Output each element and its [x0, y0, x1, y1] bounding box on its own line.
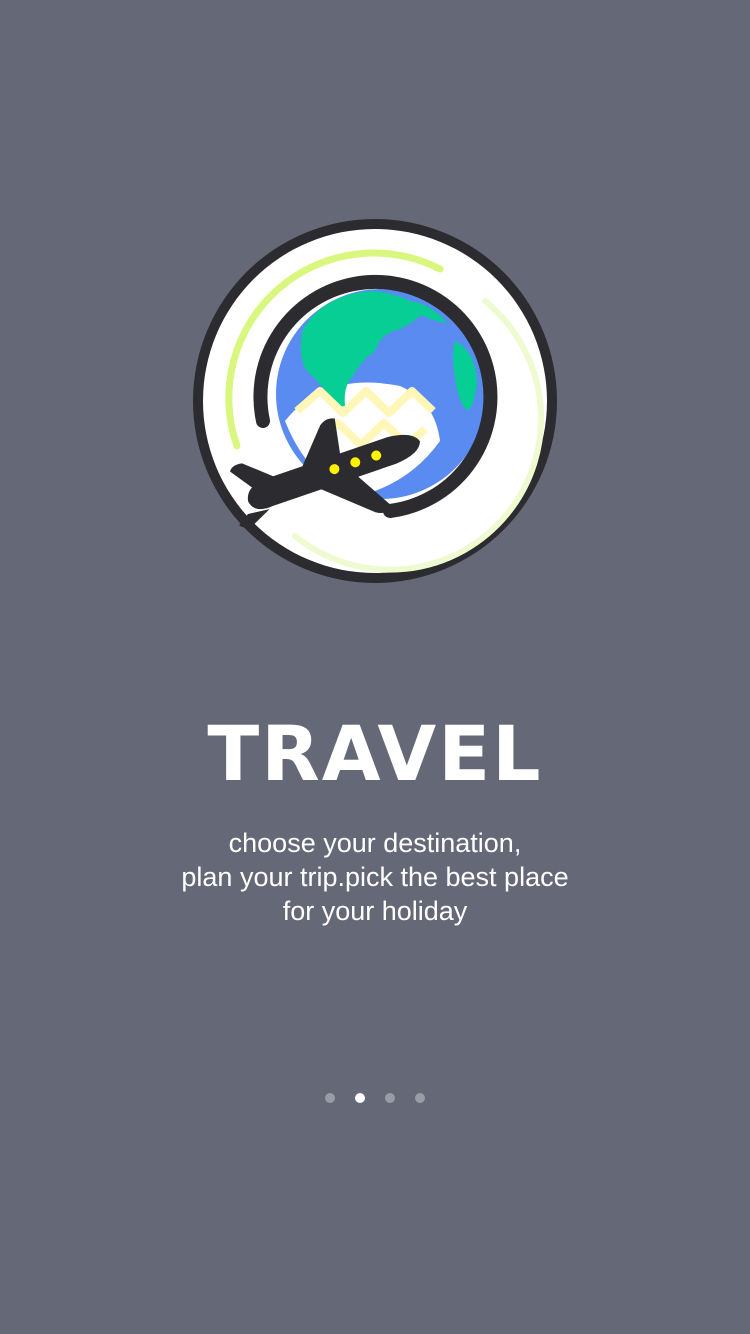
onboarding-description: choose your destination, plan your trip.… — [0, 826, 750, 928]
page-dot-4[interactable] — [415, 1093, 425, 1103]
page-dot-3[interactable] — [385, 1093, 395, 1103]
page-dot-1[interactable] — [325, 1093, 335, 1103]
page-dot-2-active[interactable] — [355, 1093, 365, 1103]
onboarding-screen: TRAVEL choose your destination, plan you… — [0, 0, 750, 1334]
description-line: for your holiday — [282, 896, 468, 926]
globe-airplane-icon — [185, 211, 565, 591]
onboarding-title: TRAVEL — [207, 709, 543, 798]
description-line: plan your trip.pick the best place — [181, 862, 569, 892]
description-line: choose your destination, — [228, 828, 522, 858]
page-indicator — [0, 1093, 750, 1105]
